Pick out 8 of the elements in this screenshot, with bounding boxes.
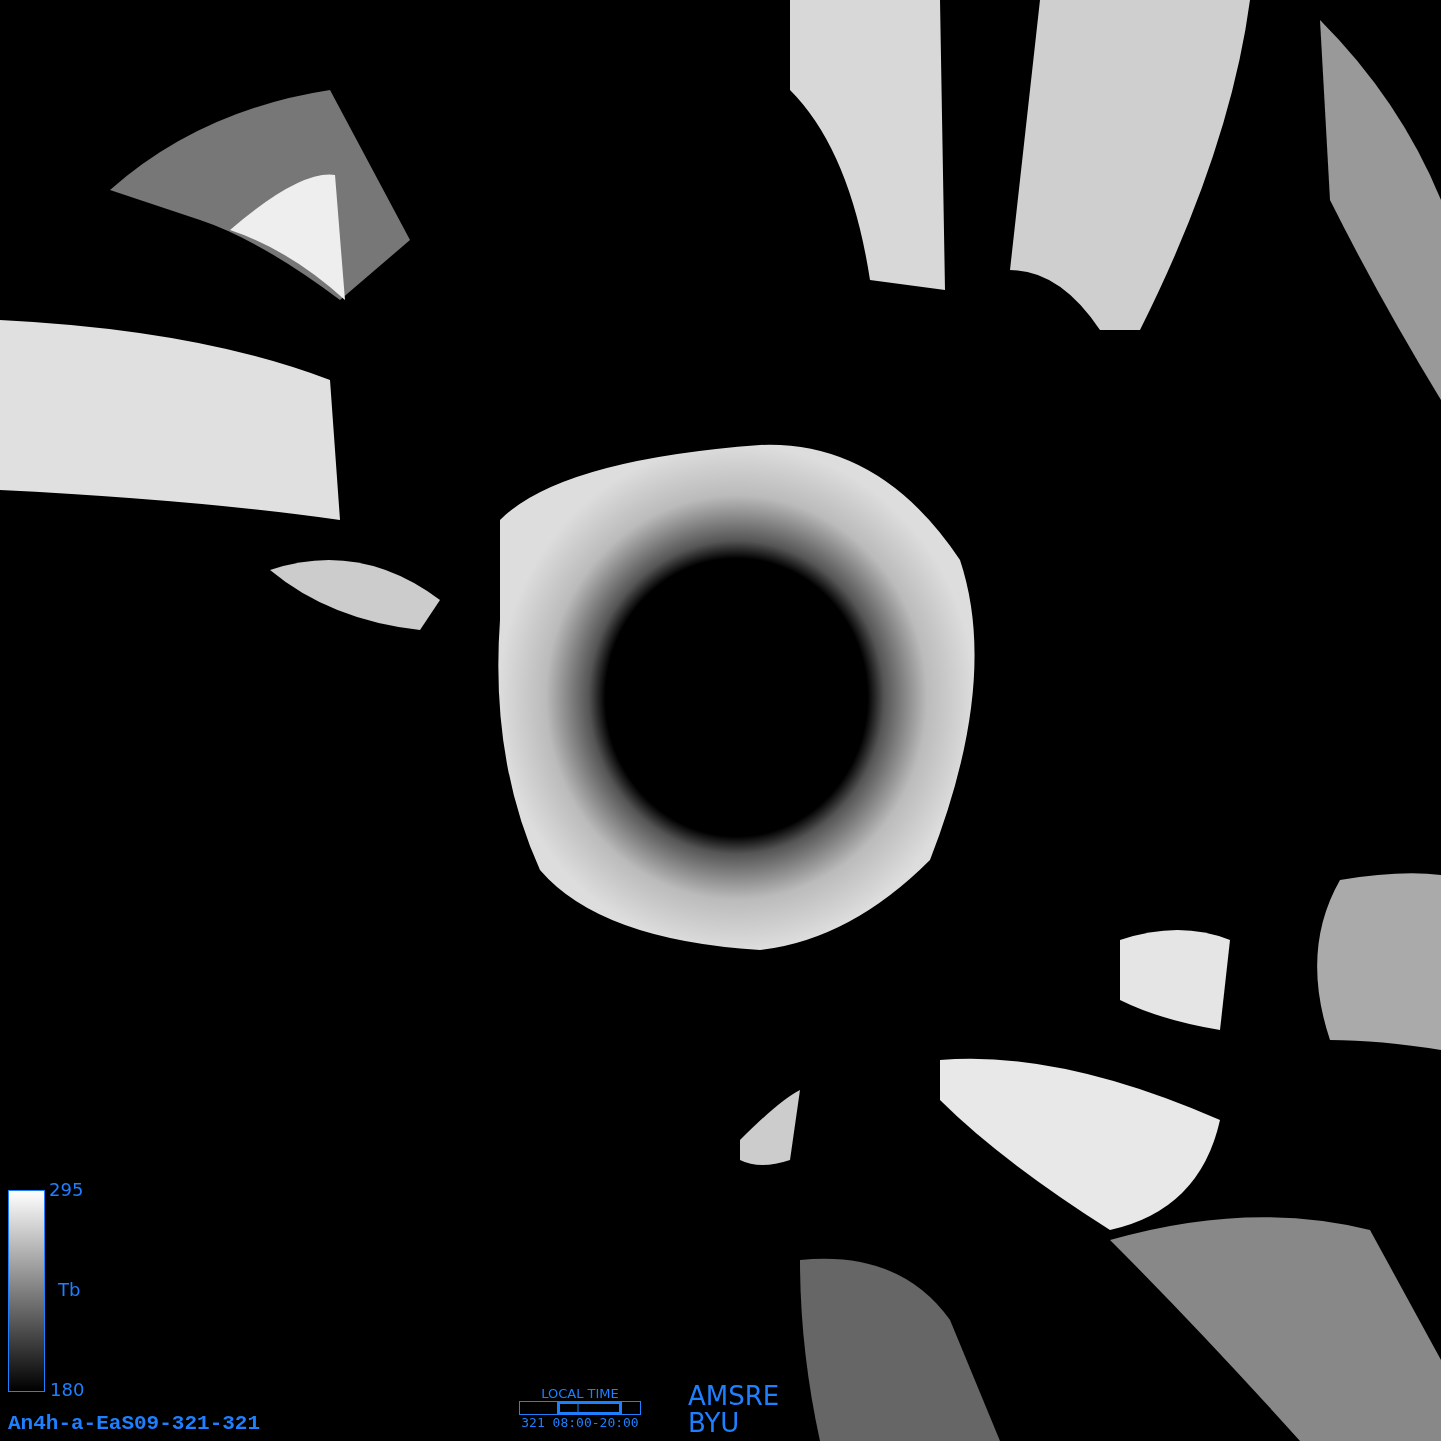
product-id-label: An4h-a-EaS09-321-321 <box>8 1412 261 1436</box>
local-time-title: LOCAL TIME <box>541 1386 619 1401</box>
credit-label: AMSRE <box>688 1383 780 1410</box>
colorbar-quantity-label: Tb <box>58 1280 81 1300</box>
colorbar-max-label: 295 <box>49 1180 84 1200</box>
colorbar-min-label: 180 <box>50 1380 85 1400</box>
local-time-range: 321 08:00-20:00 <box>521 1415 639 1431</box>
credit-label: BYU <box>688 1410 741 1437</box>
